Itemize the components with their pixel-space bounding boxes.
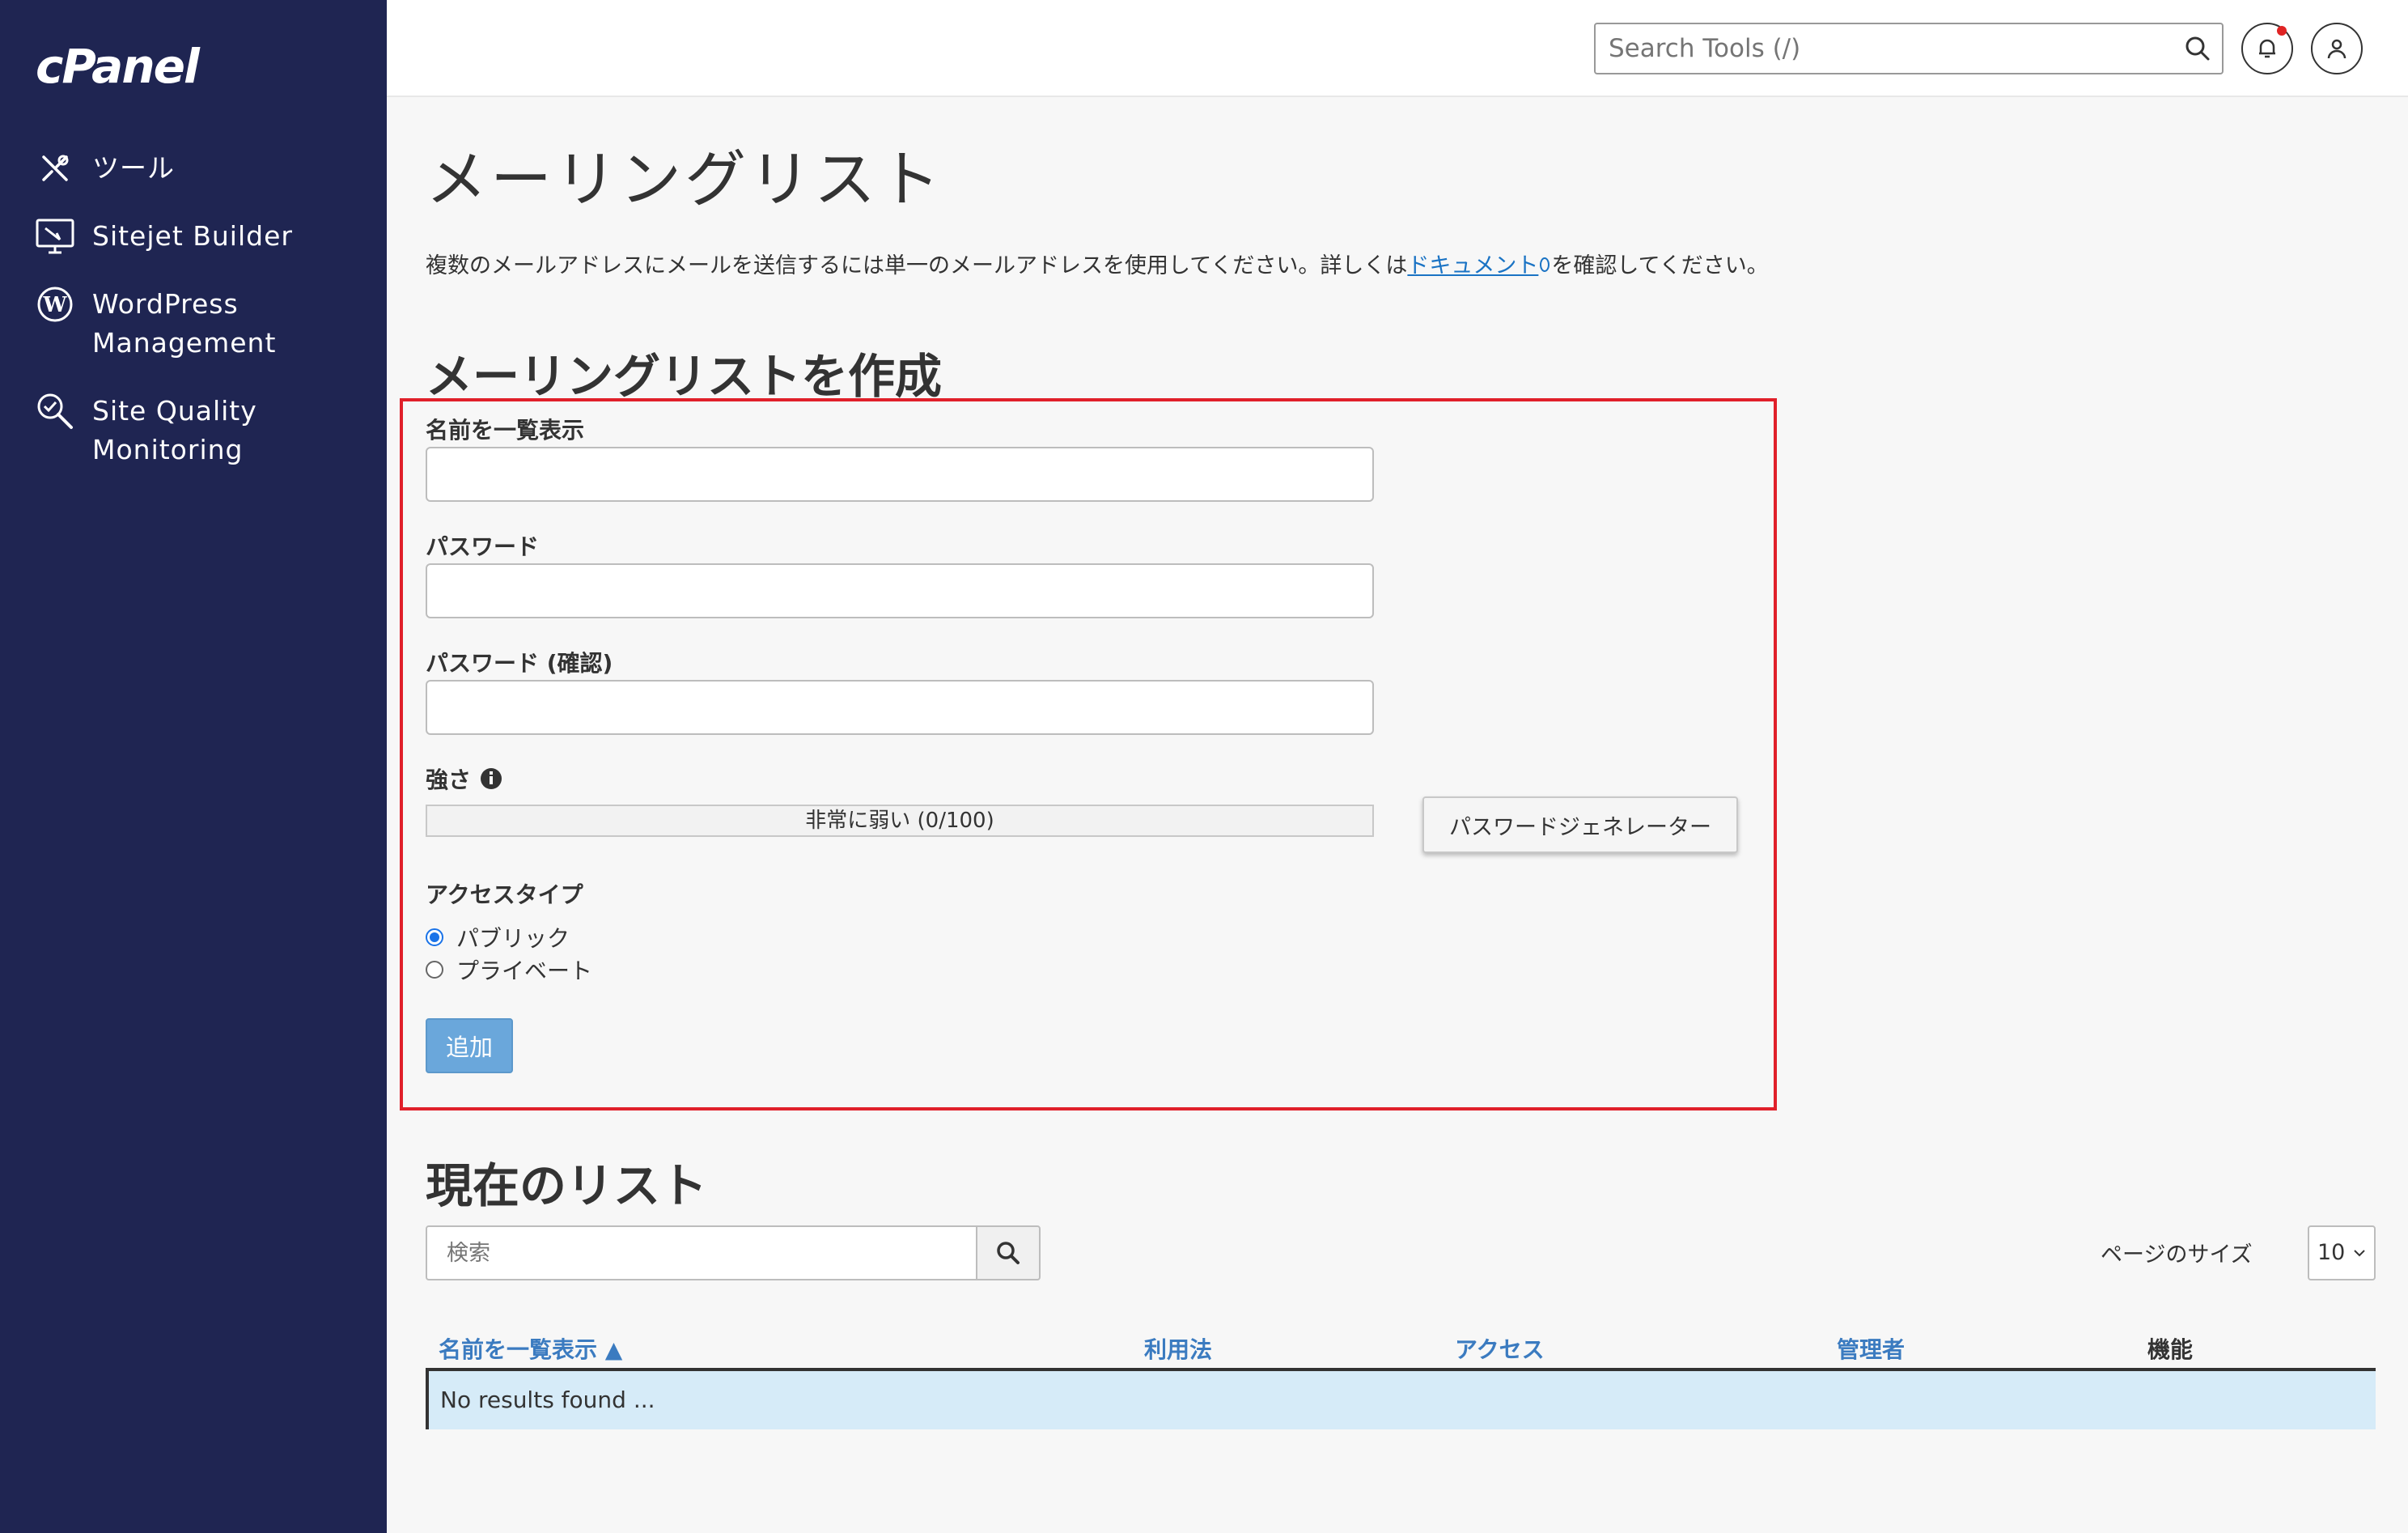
sidebar-item-label: ツール [92,152,175,184]
tools-icon [36,149,74,188]
search-icon [997,1242,1020,1264]
sidebar: cPanel ツール Sitejet Builder W WordPress M… [0,0,387,1533]
chevron-down-icon [2354,1250,2365,1257]
sidebar-nav: ツール Sitejet Builder W WordPress Manageme… [0,149,387,499]
intro-text-before: 複数のメールアドレスにメールを送信するには単一のメールアドレスを使用してください… [426,253,1408,278]
list-search-box[interactable] [426,1225,977,1280]
svg-text:W: W [42,293,67,317]
list-search-button[interactable] [976,1225,1041,1280]
page-title: メーリングリスト [426,143,943,215]
page-size-label: ページのサイズ [2101,1242,2253,1268]
page-size-value: 10 [2317,1240,2346,1265]
search-icon[interactable] [2185,36,2211,62]
column-access[interactable]: アクセス [1455,1332,1545,1365]
external-link-icon [1540,257,1550,272]
search-tools-input[interactable] [1596,24,2162,73]
top-header [387,0,2408,97]
notifications-button[interactable] [2241,23,2293,74]
wordpress-icon: W [36,285,74,324]
search-tools-box[interactable] [1594,23,2224,74]
sidebar-item-site-quality[interactable]: Site Quality Monitoring [0,392,387,469]
lists-table-header: 名前を一覧表示 ▲ 利用法 アクセス 管理者 機能 [426,1324,2376,1371]
documentation-link[interactable]: ドキュメント [1407,253,1551,278]
sidebar-item-sitejet[interactable]: Sitejet Builder [0,217,387,256]
no-results-row: No results found ... [426,1371,2376,1429]
current-lists-title: 現在のリスト [426,1158,708,1213]
sidebar-item-label: Sitejet Builder [92,220,293,252]
column-admins[interactable]: 管理者 [1837,1332,1905,1365]
column-name[interactable]: 名前を一覧表示 ▲ [439,1332,622,1365]
notification-dot [2277,26,2287,36]
sitejet-icon [36,217,74,256]
site-quality-icon [36,392,74,431]
list-search-input[interactable] [427,1227,961,1279]
highlight-box [400,398,1777,1110]
intro-text: 複数のメールアドレスにメールを送信するには単一のメールアドレスを使用してください… [426,248,1769,279]
column-functions: 機能 [2147,1336,2194,1363]
column-usage[interactable]: 利用法 [1144,1332,1212,1365]
create-section-title: メーリングリストを作成 [426,349,943,404]
page-size-select[interactable]: 10 [2308,1225,2376,1280]
sidebar-item-tools[interactable]: ツール [0,149,387,188]
user-icon [2327,39,2347,59]
cpanel-logo[interactable]: cPanel [36,39,200,94]
sidebar-item-label: Site Quality Monitoring [92,395,257,465]
bell-icon [2259,39,2275,58]
user-menu-button[interactable] [2311,23,2363,74]
intro-text-after: を確認してください。 [1551,253,1769,278]
sidebar-item-label: WordPress Management [92,288,277,359]
documentation-link-text: ドキュメント [1407,253,1539,278]
sidebar-item-wordpress[interactable]: W WordPress Management [0,285,387,363]
